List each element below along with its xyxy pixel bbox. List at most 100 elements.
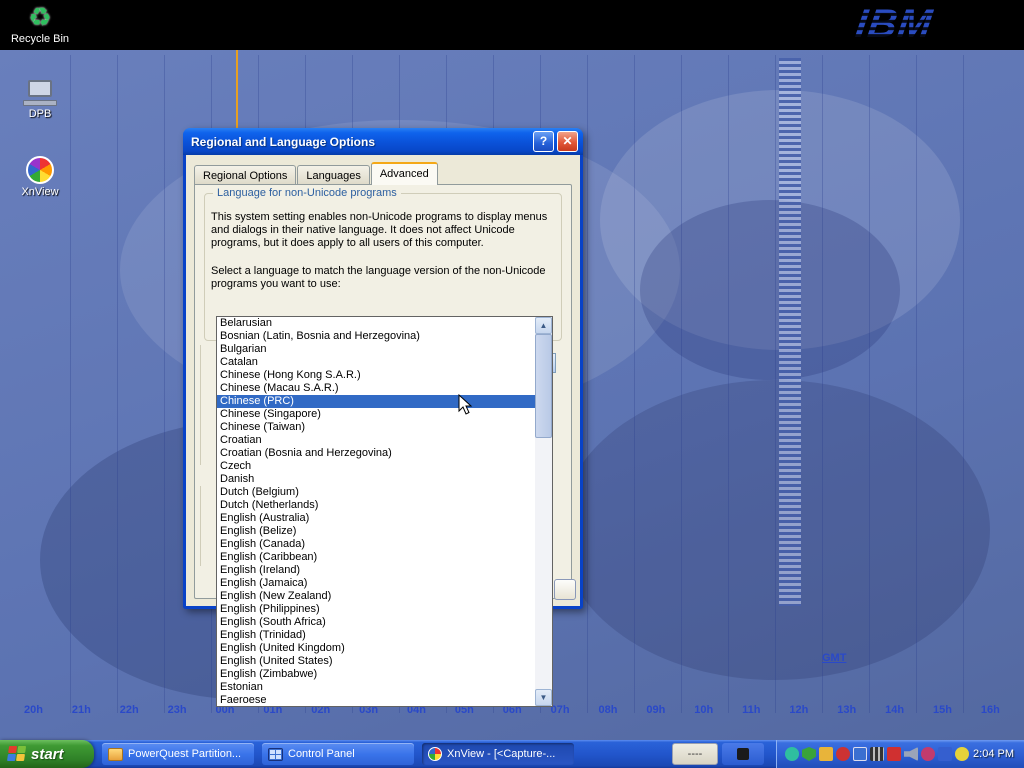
scroll-down-icon[interactable]: ▼ [535,689,552,706]
language-option[interactable]: Bulgarian [217,343,535,356]
desktop-icon-xnview[interactable]: XnView [4,156,76,198]
xnview-icon [428,747,442,761]
language-option[interactable]: Danish [217,473,535,486]
tray-icon-6[interactable] [870,747,884,761]
desktop-icon-label: DPB [4,108,76,120]
language-options: Belarusian Bosnian (Latin, Bosnia and He… [217,317,535,706]
language-option[interactable]: Bosnian (Latin, Bosnia and Herzegovina) [217,330,535,343]
tab-languages[interactable]: Languages [297,165,369,185]
language-option[interactable]: English (Caribbean) [217,551,535,564]
task-label: PowerQuest Partition... [128,748,241,760]
language-option[interactable]: English (Canada) [217,538,535,551]
timezone-hatch-band [779,58,801,606]
help-button[interactable]: ? [533,131,554,152]
start-button[interactable]: start [0,740,94,768]
desktop-icon-recycle-bin[interactable]: ♻ Recycle Bin [4,3,76,45]
tray-icon-11[interactable] [955,747,969,761]
description-paragraph: This system setting enables non-Unicode … [211,211,557,250]
tray-icon-2[interactable] [802,747,816,761]
desktop-icon-dpb[interactable]: DPB [4,80,76,120]
language-option[interactable]: Chinese (Singapore) [217,408,535,421]
timezone-label: 22h [120,704,139,716]
language-option[interactable]: English (Zimbabwe) [217,668,535,681]
tray-icon-4[interactable] [836,747,850,761]
taskbar-task-control-panel[interactable]: Control Panel [262,743,414,765]
recycle-bin-icon: ♻ [4,3,76,31]
folder-icon [108,748,123,761]
taskbar-clock[interactable]: 2:04 PM [973,748,1024,760]
timezone-label: 08h [599,704,618,716]
list-scrollbar[interactable]: ▲ ▼ [535,317,552,706]
language-option[interactable]: English (Trinidad) [217,629,535,642]
scrollbar-thumb[interactable] [535,334,552,438]
language-option[interactable]: Belarusian [217,317,535,330]
groupbox-edge-fragment [200,345,201,465]
groupbox-edge-fragment [200,486,201,566]
language-option[interactable]: Chinese (Macau S.A.R.) [217,382,535,395]
dialog-title: Regional and Language Options [188,135,530,149]
windows-flag-icon [7,746,27,762]
apply-button-fragment[interactable] [554,579,576,600]
mouse-cursor [458,394,474,423]
language-option[interactable]: English (Jamaica) [217,577,535,590]
language-option[interactable]: English (United Kingdom) [217,642,535,655]
language-option[interactable]: Estonian [217,681,535,694]
tab-strip: Regional Options Languages Advanced [194,162,439,185]
close-button[interactable]: ✕ [557,131,578,152]
tray-icon-10[interactable] [938,747,952,761]
xnview-icon [26,156,54,184]
tab-regional-options[interactable]: Regional Options [194,165,296,185]
timezone-label: 10h [694,704,713,716]
task-label: XnView - [<Capture-... [447,748,555,760]
groupbox-title: Language for non-Unicode programs [213,187,401,199]
language-option[interactable]: Croatian [217,434,535,447]
taskbar: start PowerQuest Partition... Control Pa… [0,740,1024,768]
language-option[interactable]: English (New Zealand) [217,590,535,603]
tray-icon-9[interactable] [921,747,935,761]
language-option[interactable]: Croatian (Bosnia and Herzegovina) [217,447,535,460]
language-option[interactable]: Catalan [217,356,535,369]
language-option[interactable]: Chinese (Taiwan) [217,421,535,434]
system-tray: 2:04 PM [776,740,1024,768]
ibm-logo: IBM [853,2,936,47]
start-label: start [31,746,64,763]
taskbar-task-powerquest[interactable]: PowerQuest Partition... [102,743,254,765]
language-dropdown-list: Belarusian Bosnian (Latin, Bosnia and He… [216,316,553,707]
tray-icon-8[interactable] [904,747,918,761]
laptop-icon [23,80,57,106]
language-option[interactable]: English (Philippines) [217,603,535,616]
desktop-icon-label: Recycle Bin [4,33,76,45]
task-label: Control Panel [288,748,355,760]
timezone-label: 20h [24,704,43,716]
desktop-icon-label: XnView [4,186,76,198]
tray-icon-1[interactable] [785,747,799,761]
tray-icon-7[interactable] [887,747,901,761]
wallpaper-top-strip: IBM [0,0,1024,50]
taskbar-task-xnview[interactable]: XnView - [<Capture-... [422,743,574,765]
taskbar-toolbar-segment[interactable]: ---- [672,743,718,765]
tab-advanced[interactable]: Advanced [371,162,438,185]
scroll-up-icon[interactable]: ▲ [535,317,552,334]
language-option[interactable]: English (Belize) [217,525,535,538]
tray-icon-3[interactable] [819,747,833,761]
language-option[interactable]: Chinese (Hong Kong S.A.R.) [217,369,535,382]
timezone-label: 09h [646,704,665,716]
timezone-label: 11h [742,704,760,716]
timezone-label: 16h [981,704,1000,716]
language-option[interactable]: Dutch (Netherlands) [217,499,535,512]
language-option[interactable]: English (United States) [217,655,535,668]
language-option[interactable]: English (South Africa) [217,616,535,629]
language-option[interactable]: Dutch (Belgium) [217,486,535,499]
language-option[interactable]: English (Ireland) [217,564,535,577]
timezone-label: 15h [933,704,952,716]
toolbar-app-icon [737,748,749,760]
language-option[interactable]: Faeroese [217,694,535,706]
timezone-label: 21h [72,704,91,716]
language-option-selected[interactable]: Chinese (PRC) [217,395,535,408]
dialog-titlebar[interactable]: Regional and Language Options ? ✕ [183,128,583,155]
control-panel-icon [268,748,283,761]
taskbar-toolbar-icon-segment[interactable] [722,743,764,765]
language-option[interactable]: Czech [217,460,535,473]
tray-icon-5[interactable] [853,747,867,761]
language-option[interactable]: English (Australia) [217,512,535,525]
